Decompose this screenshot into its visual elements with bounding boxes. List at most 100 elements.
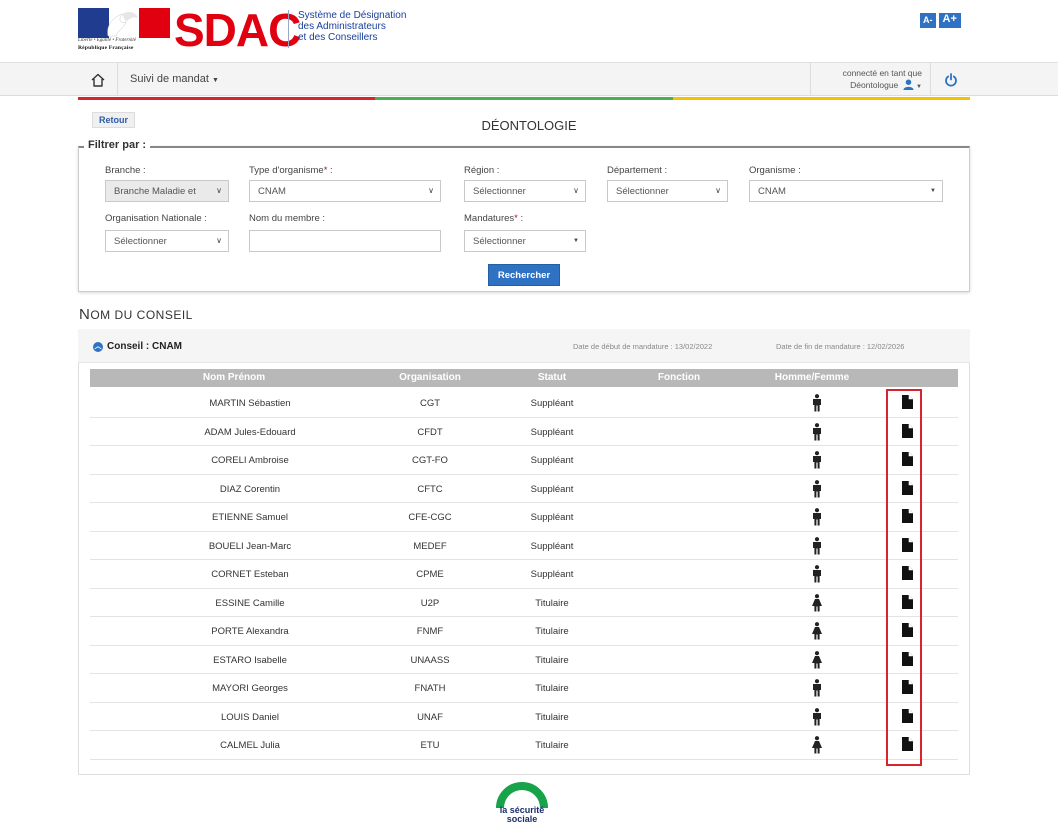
member-statut: Titulaire [535, 597, 569, 609]
table-row: MARTIN Sébastien CGT Suppléant [90, 389, 958, 418]
male-icon [812, 565, 822, 588]
departement-select[interactable]: Sélectionner ∨ [607, 180, 728, 202]
table-row: ADAM Jules-Edouard CFDT Suppléant [90, 418, 958, 446]
member-statut: Suppléant [530, 540, 574, 552]
male-icon [812, 707, 822, 731]
conseil-toggle[interactable]: ︿ Conseil : CNAM [93, 341, 182, 352]
caret-down-icon: ▼ [916, 84, 922, 90]
suivi-mandat-menu[interactable]: Suivi de mandat ▼ [130, 73, 219, 85]
region-select[interactable]: Sélectionner ∨ [464, 180, 586, 202]
mandatures-select[interactable]: Sélectionner ▼ [464, 230, 586, 252]
mandatures-label: Mandatures* : [464, 213, 523, 224]
departement-label: Département : [607, 165, 668, 176]
member-name: BOUELI Jean-Marc [208, 540, 292, 552]
filter-legend: Filtrer par : [84, 139, 151, 151]
org-nationale-value: Sélectionner [114, 236, 167, 247]
home-icon [91, 73, 104, 87]
column-header[interactable]: Nom Prénom [203, 372, 265, 383]
member-name: DIAZ Corentin [219, 483, 281, 495]
top-header: Liberté • Égalité • Fraternité Républiqu… [0, 0, 1058, 62]
member-organisation: FNATH [414, 683, 446, 694]
decrease-font-button[interactable]: A- [920, 13, 936, 28]
date-fin: Date de fin de mandature : 12/02/2026 [776, 342, 905, 351]
caret-down-icon: ▼ [211, 77, 219, 84]
member-statut: Titulaire [535, 654, 569, 666]
departement-value: Sélectionner [616, 186, 669, 197]
region-value: Sélectionner [473, 186, 526, 197]
header-divider [288, 10, 289, 48]
type-organisme-label: Type d'organisme* : [249, 165, 333, 176]
member-name: CORELI Ambroise [211, 455, 289, 466]
home-button[interactable] [78, 63, 118, 96]
main-nav: Suivi de mandat ▼ connecté en tant que D… [0, 62, 1058, 96]
chevron-down-icon: ∨ [573, 186, 579, 195]
chevron-up-icon: ︿ [93, 341, 103, 352]
org-nationale-select[interactable]: Sélectionner ∨ [105, 230, 229, 252]
search-button[interactable]: Rechercher [488, 264, 560, 286]
label-suffix: : [517, 213, 524, 224]
member-statut: Suppléant [530, 398, 574, 409]
organisme-value: CNAM [758, 186, 786, 197]
table-row: CORELI Ambroise CGT-FO Suppléant [90, 446, 958, 475]
table-row: ESSINE Camille U2P Titulaire [90, 589, 958, 617]
app-title[interactable]: SDAC [174, 4, 301, 56]
securite-sociale-logo[interactable]: la sécurité sociale [492, 780, 552, 830]
member-name: CORNET Esteban [211, 569, 289, 580]
chevron-down-icon: ∨ [216, 236, 222, 245]
member-organisation: UNAASS [410, 654, 450, 666]
member-statut: Suppléant [530, 569, 574, 580]
member-statut: Titulaire [535, 711, 569, 723]
member-organisation: ETU [420, 740, 440, 751]
column-header[interactable]: Homme/Femme [775, 372, 849, 383]
male-icon [812, 422, 822, 446]
column-header[interactable]: Statut [538, 372, 566, 383]
securite-sociale-text: la sécurité sociale [492, 806, 552, 824]
increase-font-button[interactable]: A+ [938, 13, 961, 28]
male-icon [812, 394, 822, 417]
female-icon [812, 650, 822, 674]
app-subtitle-line: et des Conseillers [298, 32, 378, 43]
rf-republic-label: République Française [78, 45, 134, 51]
member-organisation: CGT-FO [412, 455, 448, 466]
region-label: Région : [464, 165, 500, 176]
member-statut: Suppléant [530, 512, 574, 523]
table-header: Nom Prénom Organisation Statut Fonction … [90, 369, 958, 387]
female-icon [812, 622, 822, 645]
female-icon [812, 736, 822, 759]
section-title-rest: OM DU CONSEIL [90, 308, 193, 322]
column-header[interactable]: Fonction [658, 372, 700, 383]
table-row: DIAZ Corentin CFTC Suppléant [90, 475, 958, 503]
user-menu[interactable]: connecté en tant que Déontologue ▼ [810, 63, 930, 96]
filter-legend-text: Filtrer par : [88, 139, 147, 151]
member-statut: Titulaire [535, 626, 569, 637]
table-row: MAYORI Georges FNATH Titulaire [90, 674, 958, 703]
table-row: ESTARO Isabelle UNAASS Titulaire [90, 646, 958, 674]
suivi-mandat-label: Suivi de mandat [130, 73, 209, 85]
organisme-select[interactable]: CNAM ▼ [749, 180, 943, 202]
table-row: BOUELI Jean-Marc MEDEF Suppléant [90, 532, 958, 560]
table-row: LOUIS Daniel UNAF Titulaire [90, 703, 958, 731]
member-organisation: CFTC [417, 483, 443, 495]
logout-button[interactable] [930, 63, 970, 96]
chevron-down-icon: ∨ [428, 186, 434, 195]
member-name: ADAM Jules-Edouard [204, 426, 296, 438]
republique-francaise-logo[interactable]: Liberté • Égalité • Fraternité Républiqu… [78, 8, 170, 56]
power-icon [944, 72, 957, 87]
section-title-initial: N [79, 306, 91, 323]
branche-select[interactable]: Branche Maladie et ∨ [105, 180, 229, 202]
member-organisation: UNAF [417, 711, 443, 723]
column-header[interactable]: Organisation [399, 372, 461, 383]
member-statut: Titulaire [535, 740, 569, 751]
table-row: CORNET Esteban CPME Suppléant [90, 560, 958, 589]
user-icon [903, 79, 914, 90]
member-name: ESTARO Isabelle [213, 654, 287, 666]
member-statut: Titulaire [535, 683, 569, 694]
nom-membre-label: Nom du membre : [249, 213, 326, 224]
type-organisme-select[interactable]: CNAM ∨ [249, 180, 441, 202]
branche-value: Branche Maladie et [114, 186, 196, 197]
date-debut: Date de début de mandature : 13/02/2022 [573, 342, 713, 351]
member-organisation: CPME [416, 569, 444, 580]
branche-label: Branche : [105, 165, 146, 176]
nom-membre-input[interactable] [249, 230, 441, 252]
type-organisme-text: Type d'organisme [249, 165, 324, 176]
